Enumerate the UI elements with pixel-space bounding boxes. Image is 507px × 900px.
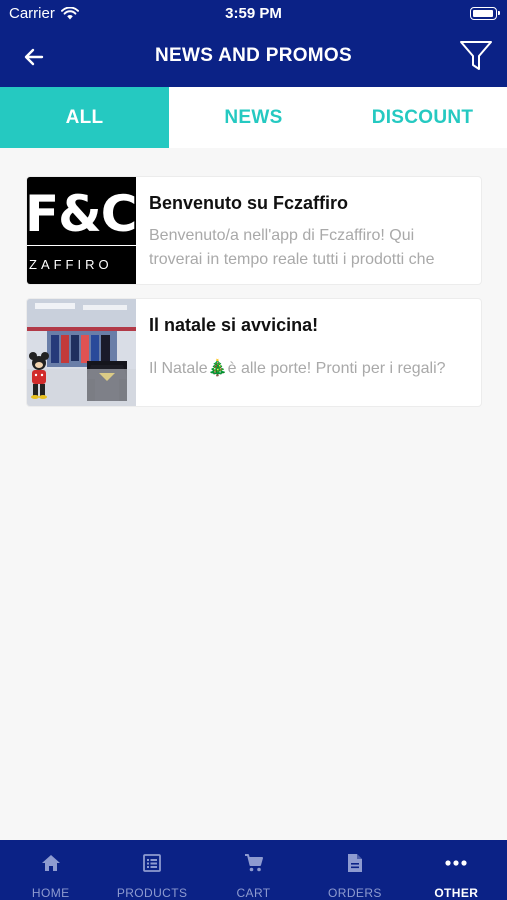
christmas-tree-emoji: 🎄 xyxy=(207,360,228,377)
news-snippet: Benvenuto/a nell'app di Fczaffiro! Qui t… xyxy=(149,227,435,268)
logo-divider xyxy=(27,245,136,246)
nav-other[interactable]: OTHER xyxy=(406,840,507,900)
nav-bar: NEWS AND PROMOS xyxy=(0,28,507,87)
tab-all[interactable]: ALL xyxy=(0,87,169,148)
brand-logo: F&C ZAFFIRO xyxy=(27,177,136,284)
nav-label: CART xyxy=(236,886,271,900)
nav-home[interactable]: HOME xyxy=(0,840,101,900)
store-photo xyxy=(27,299,136,406)
page-title: NEWS AND PROMOS xyxy=(155,45,352,66)
tab-news[interactable]: NEWS xyxy=(169,87,338,148)
status-time: 3:59 PM xyxy=(225,5,282,22)
nav-orders[interactable]: ORDERS xyxy=(304,840,405,900)
nav-label: OTHER xyxy=(434,886,479,900)
document-icon xyxy=(347,854,362,872)
nav-label: HOME xyxy=(31,886,70,900)
cart-icon xyxy=(244,854,263,872)
tab-discount[interactable]: DISCOUNT xyxy=(338,87,507,148)
nav-cart[interactable]: CART xyxy=(203,840,304,900)
news-snippet-start: Il Natale xyxy=(149,360,208,377)
battery-icon xyxy=(470,7,500,20)
news-snippet: Il Natale🎄è alle porte! Pronti per i reg… xyxy=(149,357,471,381)
news-card[interactable]: Il natale si avvicina! Il Natale🎄è alle … xyxy=(26,298,482,407)
app-header: Carrier 3:59 PM NEWS AND PROMOS xyxy=(0,0,507,87)
news-thumbnail: F&C ZAFFIRO xyxy=(27,177,136,284)
list-icon xyxy=(143,854,162,872)
news-title: Benvenuto su Fczaffiro xyxy=(149,193,349,213)
bottom-tab-bar: HOME PRODUCTS CART ORDERS OTHER xyxy=(0,840,507,900)
more-icon xyxy=(445,860,467,866)
logo-sub-text: ZAFFIRO xyxy=(29,257,113,272)
news-list: F&C ZAFFIRO Benvenuto su Fczaffiro Benve… xyxy=(26,176,482,420)
home-icon xyxy=(41,855,60,871)
nav-products[interactable]: PRODUCTS xyxy=(101,840,202,900)
news-card[interactable]: F&C ZAFFIRO Benvenuto su Fczaffiro Benve… xyxy=(26,176,482,285)
news-snippet-end: è alle porte! Pronti per i regali? xyxy=(227,360,446,377)
news-title: Il natale si avvicina! xyxy=(149,315,319,335)
logo-main-text: F&C xyxy=(27,185,136,243)
filter-icon[interactable] xyxy=(459,39,493,73)
nav-label: ORDERS xyxy=(328,886,382,900)
tab-bar: ALL NEWS DISCOUNT xyxy=(0,87,507,148)
nav-label: PRODUCTS xyxy=(116,886,188,900)
news-thumbnail xyxy=(27,299,136,406)
status-bar: Carrier 3:59 PM xyxy=(0,0,507,28)
